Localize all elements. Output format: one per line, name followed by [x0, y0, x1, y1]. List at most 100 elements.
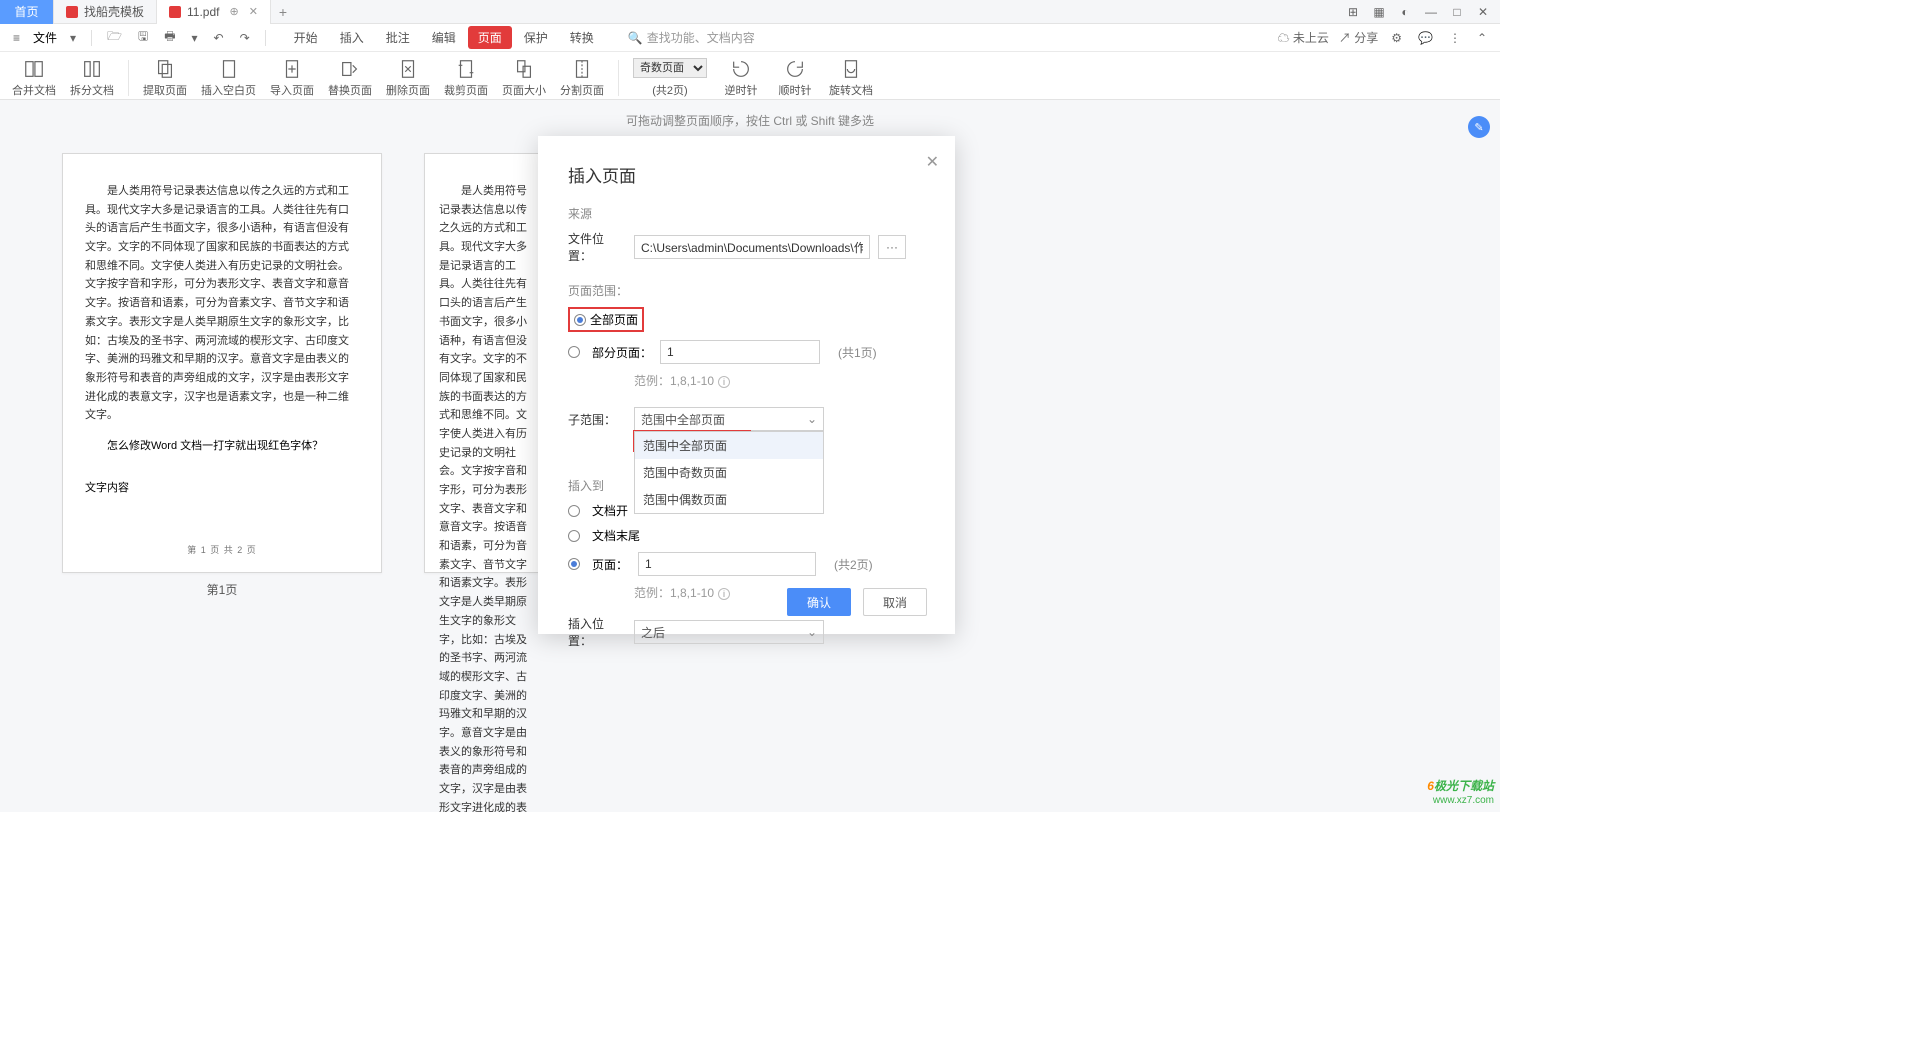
replace-page-button[interactable]: 替换页面 — [328, 58, 372, 98]
pdf-icon — [169, 6, 181, 18]
insert-page-dialog: 插入页面 ✕ 来源 文件位置： ··· 页面范围： 全部页面 部分页面： (共1… — [538, 136, 955, 634]
subrange-dropdown: 范围中全部页面 范围中奇数页面 范围中偶数页面 — [634, 431, 824, 514]
crop-page-button[interactable]: 裁剪页面 — [444, 58, 488, 98]
search-box[interactable]: 🔍查找功能、文档内容 — [628, 29, 755, 46]
share-button[interactable]: ↗ 分享 — [1339, 29, 1378, 46]
page-filter-dropdown[interactable]: 奇数页面 — [633, 58, 707, 78]
range-example: 范例：1,8,1-10i — [634, 372, 925, 389]
menu-tabs: 开始 插入 批注 编辑 页面 保护 转换 — [284, 26, 604, 49]
ok-button[interactable]: 确认 — [787, 588, 851, 616]
split-page-button[interactable]: 分割页面 — [560, 58, 604, 98]
minimize-icon[interactable]: — — [1418, 0, 1444, 24]
add-tab-button[interactable]: + — [271, 4, 295, 20]
insert-blank-button[interactable]: 插入空白页 — [201, 58, 256, 98]
chevron-down-icon: ⌄ — [807, 412, 817, 426]
rotate-doc-button[interactable]: 旋转文档 — [829, 58, 873, 98]
doc-end-label: 文档末尾 — [592, 527, 640, 544]
radio-doc-end[interactable] — [568, 530, 580, 542]
menu-tab-annotate[interactable]: 批注 — [376, 26, 420, 49]
maximize-icon[interactable]: □ — [1444, 0, 1470, 24]
hamburger-icon[interactable]: ≡ — [10, 29, 23, 47]
tab-home[interactable]: 首页 — [0, 0, 54, 24]
doc-start-label: 文档开 — [592, 502, 628, 519]
window-controls: ⊞ ▦ ◐ — □ ✕ — [1340, 0, 1496, 24]
ribbon: 合并文档 拆分文档 提取页面 插入空白页 导入页面 替换页面 删除页面 裁剪页面… — [0, 52, 1500, 100]
page-radio-label: 页面： — [592, 556, 630, 573]
page-label: 第1页 — [62, 581, 382, 598]
page-total-label: (共2页) — [652, 82, 687, 98]
grid-icon[interactable]: ▦ — [1366, 0, 1392, 24]
position-label: 插入位置： — [568, 615, 626, 649]
chat-icon[interactable]: 💬 — [1415, 29, 1436, 47]
close-tab-icon[interactable]: ✕ — [249, 5, 258, 18]
tab-bar: 首页 找船壳模板 11.pdf⊕✕ + ⊞ ▦ ◐ — □ ✕ — [0, 0, 1500, 24]
partial-input[interactable] — [660, 340, 820, 364]
source-label: 来源 — [568, 205, 925, 222]
gear-icon[interactable]: ⚙ — [1388, 29, 1405, 47]
app-icon — [66, 6, 78, 18]
page-total-2: (共2页) — [834, 556, 873, 573]
more-icon[interactable]: ⋮ — [1446, 29, 1464, 47]
rotate-ccw-button[interactable]: 逆时针 — [721, 58, 761, 98]
pin-icon[interactable]: ⊕ — [230, 5, 239, 18]
all-pages-label: 全部页面 — [590, 311, 638, 328]
subrange-label: 子范围： — [568, 411, 626, 428]
extract-button[interactable]: 提取页面 — [143, 58, 187, 98]
subrange-select[interactable]: 范围中全部页面⌄ 范围中全部页面 范围中奇数页面 范围中偶数页面 — [634, 407, 824, 431]
radio-partial-pages[interactable] — [568, 346, 580, 358]
file-label: 文件位置： — [568, 230, 626, 264]
browse-button[interactable]: ··· — [878, 235, 906, 259]
dialog-close-icon[interactable]: ✕ — [926, 152, 939, 172]
partial-label: 部分页面： — [592, 344, 652, 361]
page-thumb-1[interactable]: 是人类用符号记录表达信息以传之久远的方式和工具。现代文字大多是记录语言的工具。人… — [62, 153, 382, 598]
dropdown-opt-even[interactable]: 范围中偶数页面 — [635, 486, 823, 513]
info-icon[interactable]: i — [718, 376, 730, 388]
merge-button[interactable]: 合并文档 — [12, 58, 56, 98]
collapse-icon[interactable]: ⌃ — [1474, 29, 1490, 47]
position-select[interactable]: 之后⌄ — [634, 620, 824, 644]
page-body-2: 是人类用符号记录表达信息以传之久远的方式和工具。现代文字大多是记录语言的工具。人… — [439, 182, 528, 812]
page-size-button[interactable]: 页面大小 — [502, 58, 546, 98]
page-question: 怎么修改Word 文档一打字就出现红色字体？ — [85, 437, 359, 453]
delete-page-button[interactable]: 删除页面 — [386, 58, 430, 98]
menu-tab-protect[interactable]: 保护 — [514, 26, 558, 49]
assistant-icon[interactable]: ✎ — [1468, 116, 1490, 138]
menu-tab-edit[interactable]: 编辑 — [422, 26, 466, 49]
radio-all-pages[interactable] — [574, 314, 586, 326]
dropdown-opt-odd[interactable]: 范围中奇数页面 — [635, 459, 823, 486]
partial-total: (共1页) — [838, 344, 877, 361]
user-icon[interactable]: ◐ — [1392, 0, 1418, 24]
page-body: 是人类用符号记录表达信息以传之久远的方式和工具。现代文字大多是记录语言的工具。人… — [85, 182, 359, 425]
cloud-status[interactable]: ☁ 未上云 — [1278, 29, 1329, 46]
undo-icon[interactable]: ↶ — [211, 29, 227, 47]
save-icon[interactable]: 🖫 — [135, 25, 151, 50]
dialog-title: 插入页面 — [568, 162, 925, 187]
menu-tab-convert[interactable]: 转换 — [560, 26, 604, 49]
layout-icon[interactable]: ⊞ — [1340, 0, 1366, 24]
file-path-input[interactable] — [634, 235, 870, 259]
tab-pdf[interactable]: 11.pdf⊕✕ — [157, 0, 271, 24]
page-filter-select[interactable]: 奇数页面 (共2页) — [633, 58, 707, 98]
window-close-icon[interactable]: ✕ — [1470, 0, 1496, 24]
file-menu[interactable]: 文件 — [33, 29, 57, 46]
rotate-cw-button[interactable]: 顺时针 — [775, 58, 815, 98]
split-doc-button[interactable]: 拆分文档 — [70, 58, 114, 98]
info-icon-2[interactable]: i — [718, 588, 730, 600]
menu-bar: ≡ 文件▾ 🗁 🖫 🖶▾ ↶ ↷ 开始 插入 批注 编辑 页面 保护 转换 🔍查… — [0, 24, 1500, 52]
open-icon[interactable]: 🗁 — [104, 25, 125, 50]
dropdown-opt-all[interactable]: 范围中全部页面 — [635, 432, 823, 459]
cancel-button[interactable]: 取消 — [863, 588, 927, 616]
menu-tab-insert[interactable]: 插入 — [330, 26, 374, 49]
range-label: 页面范围： — [568, 282, 925, 299]
import-page-button[interactable]: 导入页面 — [270, 58, 314, 98]
radio-doc-start[interactable] — [568, 505, 580, 517]
tab-template[interactable]: 找船壳模板 — [54, 0, 157, 24]
redo-icon[interactable]: ↷ — [237, 29, 253, 47]
menu-tab-start[interactable]: 开始 — [284, 26, 328, 49]
print-icon[interactable]: 🖶 — [161, 25, 178, 50]
watermark: 6极光下载站 www.xz7.com — [1427, 774, 1494, 806]
all-pages-highlight: 全部页面 — [568, 307, 644, 332]
radio-page[interactable] — [568, 558, 580, 570]
menu-tab-page[interactable]: 页面 — [468, 26, 512, 49]
page-number-input[interactable] — [638, 552, 816, 576]
